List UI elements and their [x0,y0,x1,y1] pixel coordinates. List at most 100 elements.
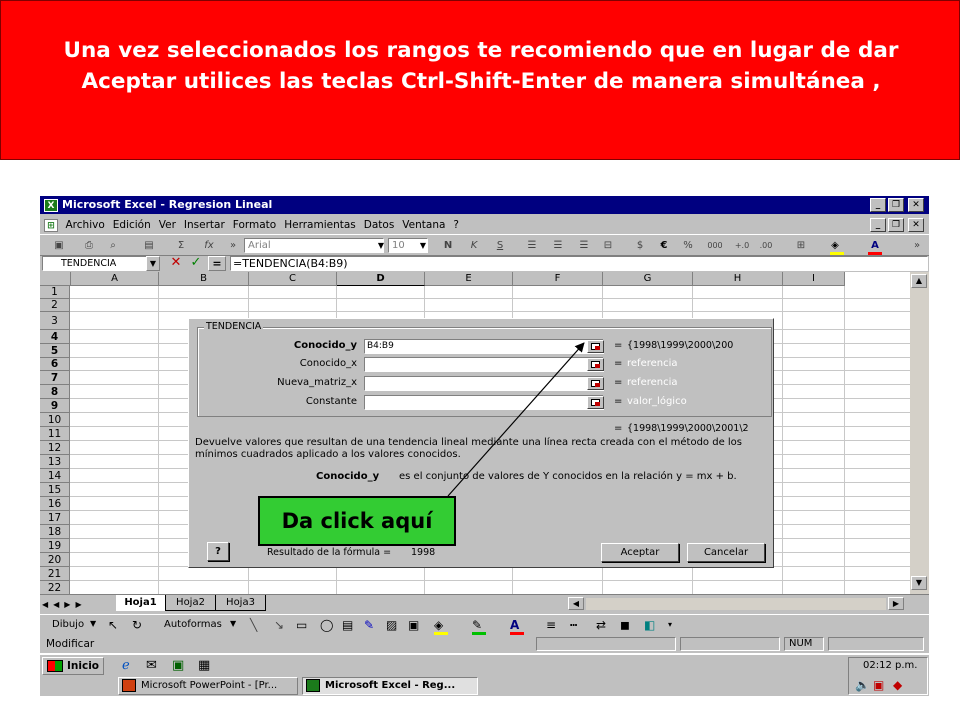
row-header-21[interactable]: 21 [40,567,70,581]
3d-icon[interactable]: ◧ [644,618,655,632]
volume-icon[interactable]: 🔈 [855,678,870,692]
scroll-down-icon[interactable]: ▼ [911,576,927,590]
collapse-dialog-icon[interactable] [587,377,604,390]
row-header-4[interactable]: 4 [40,330,70,344]
column-header-C[interactable]: C [249,272,337,286]
column-header-A[interactable]: A [71,272,159,286]
column-header-B[interactable]: B [159,272,249,286]
column-header-G[interactable]: G [603,272,693,286]
row-header-7[interactable]: 7 [40,371,70,385]
select-all-corner[interactable] [40,272,71,286]
menu-item-7[interactable]: Ventana [402,219,445,231]
align-left-icon[interactable]: ☰ [524,238,540,254]
formula-input[interactable]: =TENDENCIA(B4:B9) [230,256,928,271]
row-header-19[interactable]: 19 [40,539,70,553]
collapse-dialog-icon[interactable] [587,358,604,371]
dibujo-dropdown-icon[interactable]: ▼ [90,619,96,628]
doc-restore-button[interactable]: ❐ [888,218,904,232]
outlook-icon[interactable]: ✉ [146,658,157,673]
doc-minimize-button[interactable]: _ [870,218,886,232]
row-header-13[interactable]: 13 [40,455,70,469]
row-header-10[interactable]: 10 [40,413,70,427]
print-icon[interactable]: ⎙ [80,238,98,254]
dibujo-menu[interactable]: Dibujo [52,619,84,630]
clipart-icon[interactable]: ▨ [386,618,397,632]
wordart-icon[interactable]: ✎ [364,618,374,632]
sheet-tab-Hoja2[interactable]: Hoja2 [166,595,216,611]
arg-input-0[interactable]: B4:B9 [364,339,604,354]
column-header-F[interactable]: F [513,272,603,286]
restore-button[interactable]: ❐ [888,198,904,212]
borders-icon[interactable]: ⊞ [792,238,810,254]
vertical-scrollbar[interactable]: ▲ ▼ [910,272,929,594]
currency-icon[interactable]: $ [632,238,648,254]
draw-more-icon[interactable]: ▾ [668,620,672,629]
image-icon[interactable]: ▣ [408,618,419,632]
oval-icon[interactable]: ◯ [320,618,333,632]
name-box[interactable]: TENDENCIA [42,256,160,271]
autoformas-menu[interactable]: Autoformas [164,619,222,630]
sheet-nav-icon[interactable]: ◀◀▶▶ [42,598,120,611]
doc-close-button[interactable]: ✕ [908,218,924,232]
arg-input-3[interactable] [364,395,604,410]
more-icon[interactable]: » [226,238,240,254]
function-icon[interactable]: fx [198,238,220,254]
insert-function-button[interactable]: = [208,256,226,271]
tray-icon[interactable]: ▣ [873,678,884,692]
draw-font-color-icon[interactable]: A [510,618,519,632]
task-button-1[interactable]: Microsoft Excel - Reg... [302,677,478,695]
minimize-button[interactable]: _ [870,198,886,212]
row-header-14[interactable]: 14 [40,469,70,483]
arrow-icon[interactable]: ↘ [274,618,284,632]
bold-button[interactable]: N [440,238,456,254]
tray-icon-2[interactable]: ◆ [893,678,902,692]
row-header-16[interactable]: 16 [40,497,70,511]
desktop-icon[interactable]: ▣ [172,658,184,673]
dash-style-icon[interactable]: ┅ [570,618,577,632]
row-header-2[interactable]: 2 [40,299,70,312]
percent-button[interactable]: % [680,238,696,254]
row-header-20[interactable]: 20 [40,553,70,567]
size-dropdown-icon[interactable]: ▼ [418,239,428,252]
row-header-17[interactable]: 17 [40,511,70,525]
textbox-icon[interactable]: ▤ [342,618,353,632]
confirm-entry-icon[interactable]: ✓ [188,256,204,271]
shadow-icon[interactable]: ◼ [620,618,630,632]
autoformas-dropdown-icon[interactable]: ▼ [230,619,236,628]
merge-icon[interactable]: ⊟ [600,238,616,254]
line-style-icon[interactable]: ≡ [546,618,556,632]
hscroll-left-icon[interactable]: ◀ [568,597,584,610]
paste-icon[interactable]: ▤ [140,238,158,254]
accept-button[interactable]: Aceptar [601,543,679,562]
rotate-icon[interactable]: ↻ [132,618,142,632]
column-header-H[interactable]: H [693,272,783,286]
row-header-8[interactable]: 8 [40,385,70,399]
sheet-tab-Hoja3[interactable]: Hoja3 [216,595,266,611]
font-name-select[interactable]: Arial [244,238,384,253]
menu-item-4[interactable]: Formato [233,219,276,231]
row-header-1[interactable]: 1 [40,286,70,299]
font-dropdown-icon[interactable]: ▼ [376,239,386,252]
cancel-entry-icon[interactable]: ✕ [168,256,184,271]
sheet-tab-Hoja1[interactable]: Hoja1 [116,595,166,611]
align-right-icon[interactable]: ☰ [576,238,592,254]
draw-fill-color-icon[interactable]: ◈ [434,618,443,632]
row-header-3[interactable]: 3 [40,312,70,330]
menu-item-0[interactable]: Archivo [66,219,105,231]
autosum-icon[interactable]: Σ [172,238,190,254]
task-button-0[interactable]: Microsoft PowerPoint - [Pr... [118,677,298,695]
italic-button[interactable]: K [466,238,482,254]
row-header-22[interactable]: 22 [40,581,70,595]
euro-button[interactable]: € [656,238,672,254]
ie-icon[interactable]: ℯ [122,658,130,673]
arrow-style-icon[interactable]: ⇄ [596,618,606,632]
column-header-D[interactable]: D [337,272,425,286]
save-icon[interactable]: ▣ [50,238,68,254]
toolbar-more-icon[interactable]: » [910,238,924,254]
increase-decimal-icon[interactable]: +.0 [732,238,752,254]
row-header-6[interactable]: 6 [40,358,70,371]
collapse-dialog-icon[interactable] [587,340,604,353]
align-center-icon[interactable]: ☰ [550,238,566,254]
menu-item-3[interactable]: Insertar [184,219,225,231]
hscroll-right-icon[interactable]: ▶ [888,597,904,610]
